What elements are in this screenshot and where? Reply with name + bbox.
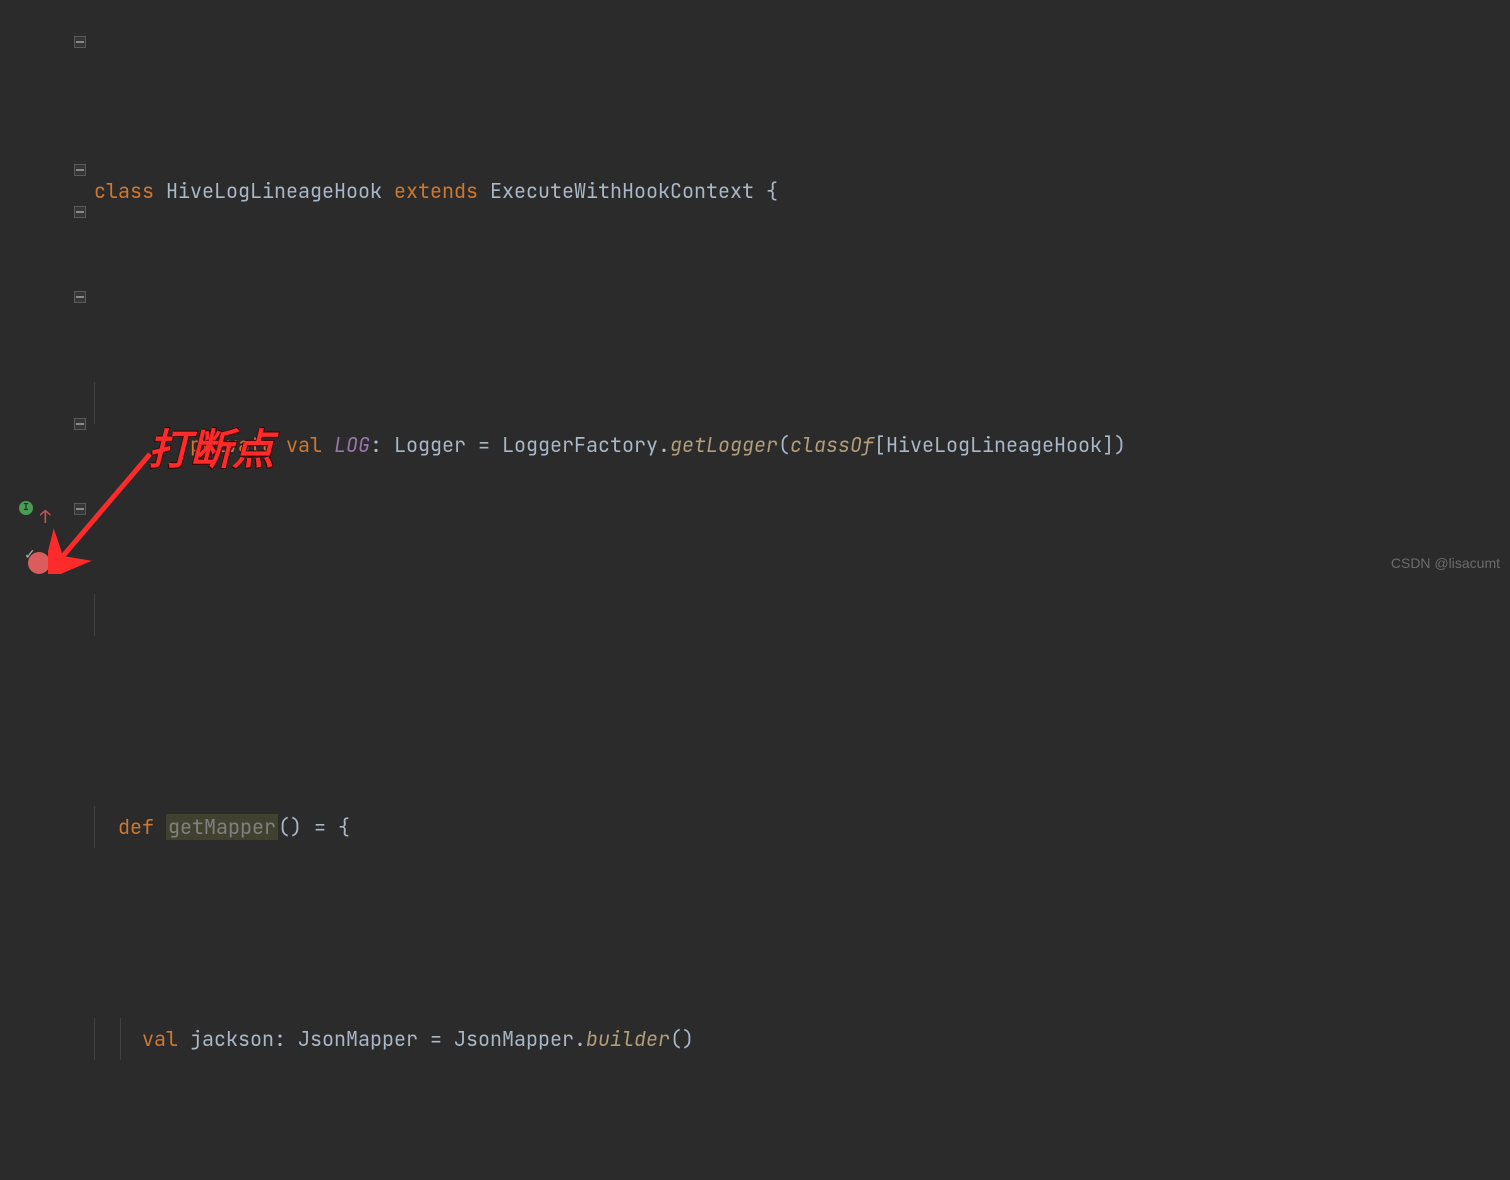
gutter: ↑ ✓: [0, 0, 56, 590]
keyword: extends: [394, 178, 478, 204]
colon: :: [274, 1026, 286, 1052]
code-line[interactable]: [94, 594, 1510, 636]
keyword: class: [94, 178, 154, 204]
dot: .: [574, 1026, 586, 1052]
override-up-arrow-icon[interactable]: ↑: [40, 497, 51, 539]
eq: =: [430, 1026, 442, 1052]
field-name: LOG: [334, 432, 370, 458]
dot: .: [658, 432, 670, 458]
bracket: [: [874, 432, 886, 458]
method: getLogger: [670, 432, 778, 458]
var-name: jackson: [190, 1026, 274, 1052]
keyword: def: [118, 814, 154, 840]
paren: (: [778, 432, 790, 458]
keyword: classOf: [790, 432, 874, 458]
parens: (): [278, 814, 302, 840]
code-line[interactable]: private val LOG: Logger = LoggerFactory.…: [94, 382, 1510, 424]
method-name-unused: getMapper: [166, 814, 278, 840]
brace: {: [766, 178, 778, 204]
type: Logger: [394, 432, 466, 458]
eq: =: [478, 432, 490, 458]
class-ref: JsonMapper: [454, 1026, 574, 1052]
keyword: private: [190, 432, 274, 458]
identifier: LoggerFactory: [502, 432, 658, 458]
code-line[interactable]: val jackson: JsonMapper = JsonMapper.bui…: [94, 1018, 1510, 1060]
code-editor[interactable]: ↑ ✓ class HiveLogLineageHook extends Exe…: [0, 0, 1510, 590]
watermark: CSDN @lisacumt: [1391, 542, 1500, 584]
colon: :: [370, 432, 382, 458]
eq: =: [314, 814, 326, 840]
bracket: ]: [1102, 432, 1114, 458]
breakpoint-icon[interactable]: ✓: [28, 552, 50, 574]
code-line[interactable]: class HiveLogLineageHook extends Execute…: [94, 170, 1510, 212]
method: builder: [586, 1026, 670, 1052]
code-area[interactable]: class HiveLogLineageHook extends Execute…: [56, 0, 1510, 590]
paren: ): [1114, 432, 1126, 458]
code-line[interactable]: def getMapper() = {: [94, 806, 1510, 848]
parens: (): [670, 1026, 694, 1052]
keyword: val: [286, 432, 322, 458]
parent-class: ExecuteWithHookContext: [490, 178, 754, 204]
type-arg: HiveLogLineageHook: [886, 432, 1102, 458]
override-gutter-icon[interactable]: [18, 500, 34, 516]
brace: {: [338, 814, 350, 840]
type: JsonMapper: [298, 1026, 418, 1052]
class-name: HiveLogLineageHook: [166, 178, 382, 204]
breakpoint-check-icon: ✓: [24, 534, 36, 576]
keyword: val: [142, 1026, 178, 1052]
